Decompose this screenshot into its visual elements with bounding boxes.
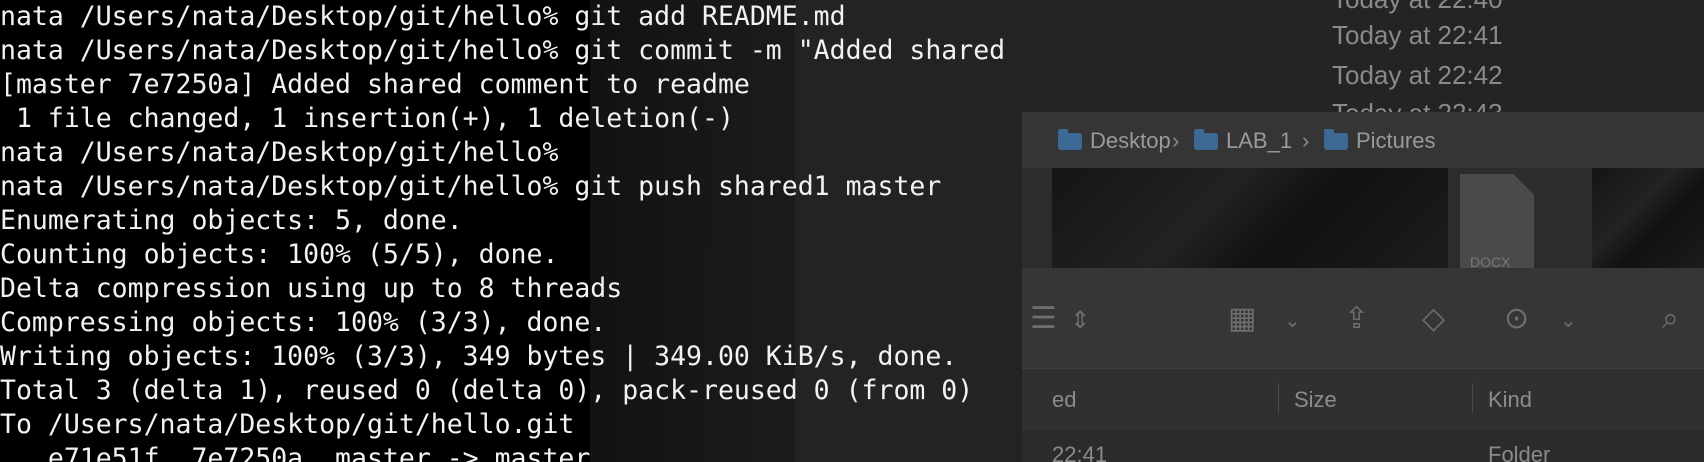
row-kind: Folder bbox=[1488, 442, 1551, 462]
terminal-line: To /Users/nata/Desktop/git/hello.git bbox=[0, 409, 575, 440]
terminal-line: nata /Users/nata/Desktop/git/hello% git … bbox=[0, 1, 846, 32]
image-thumbnail[interactable] bbox=[1052, 168, 1448, 268]
terminal-line: 1 file changed, 1 insertion(+), 1 deleti… bbox=[0, 103, 734, 134]
finder-modified-list: Today at 22:40 Today at 22:41 Today at 2… bbox=[1022, 0, 1704, 112]
terminal-line: [master 7e7250a] Added shared comment to… bbox=[0, 69, 750, 100]
more-actions-icon[interactable]: ⊙ bbox=[1504, 304, 1529, 334]
column-divider[interactable] bbox=[1278, 383, 1279, 413]
column-divider[interactable] bbox=[1472, 383, 1473, 413]
image-thumbnail[interactable] bbox=[1592, 168, 1704, 268]
path-item-label: Pictures bbox=[1356, 128, 1436, 153]
finder-window: Today at 22:40 Today at 22:41 Today at 2… bbox=[1022, 0, 1704, 462]
terminal-line: Total 3 (delta 1), reused 0 (delta 0), p… bbox=[0, 375, 974, 406]
folder-icon bbox=[1194, 129, 1218, 150]
modified-date: Today at 22:41 bbox=[1332, 20, 1503, 50]
path-item-lab1[interactable]: LAB_1 bbox=[1194, 128, 1292, 154]
file-row[interactable]: 22:41 Folder bbox=[1022, 430, 1704, 462]
terminal-line: nata /Users/nata/Desktop/git/hello% bbox=[0, 137, 559, 168]
terminal-line: nata /Users/nata/Desktop/git/hello% git … bbox=[0, 35, 1022, 66]
path-separator: › bbox=[1302, 128, 1310, 153]
terminal-line: Writing objects: 100% (3/3), 349 bytes |… bbox=[0, 341, 958, 372]
chevron-down-icon[interactable]: ⌄ bbox=[1284, 310, 1301, 330]
terminal-output[interactable]: nata /Users/nata/Desktop/git/hello% git … bbox=[0, 0, 1022, 462]
terminal-line: Compressing objects: 100% (3/3), done. bbox=[0, 307, 607, 338]
sort-chevron-icon[interactable]: ⇕ bbox=[1070, 308, 1090, 332]
terminal-line: e71e51f..7e7250a master -> master bbox=[0, 443, 591, 462]
share-icon[interactable]: ⇪ bbox=[1344, 304, 1369, 334]
folder-icon bbox=[1324, 129, 1348, 150]
gallery-preview: DOCX bbox=[1022, 168, 1704, 270]
row-date: 22:41 bbox=[1052, 442, 1108, 462]
path-separator: › bbox=[1172, 128, 1180, 153]
modified-date: Today at 22:40 bbox=[1332, 0, 1503, 15]
path-bar: Desktop › LAB_1 › Pictures bbox=[1022, 112, 1704, 168]
column-date-modified[interactable]: ed bbox=[1052, 387, 1076, 413]
list-view-icon[interactable]: ☰ bbox=[1030, 304, 1057, 334]
column-kind[interactable]: Kind bbox=[1488, 387, 1532, 413]
search-icon[interactable]: ⌕ bbox=[1662, 304, 1679, 334]
column-header: ed Size Kind bbox=[1022, 368, 1704, 431]
path-item-label: Desktop bbox=[1090, 128, 1171, 153]
tag-icon[interactable]: ◇ bbox=[1422, 304, 1445, 334]
modified-date: Today at 22:42 bbox=[1332, 60, 1503, 90]
terminal-line: Delta compression using up to 8 threads bbox=[0, 273, 623, 304]
folder-icon bbox=[1058, 129, 1082, 150]
terminal-line: Counting objects: 100% (5/5), done. bbox=[0, 239, 559, 270]
path-item-label: LAB_1 bbox=[1226, 128, 1293, 153]
column-size[interactable]: Size bbox=[1294, 387, 1337, 413]
terminal-line: Enumerating objects: 5, done. bbox=[0, 205, 463, 236]
terminal-window[interactable]: nata /Users/nata/Desktop/git/hello% git … bbox=[0, 0, 1022, 462]
path-item-desktop[interactable]: Desktop bbox=[1058, 128, 1171, 154]
chevron-down-icon[interactable]: ⌄ bbox=[1560, 310, 1577, 330]
terminal-line: nata /Users/nata/Desktop/git/hello% git … bbox=[0, 171, 942, 202]
modified-date: Today at 22:43 bbox=[1332, 98, 1503, 112]
gallery-view-icon[interactable]: ▦ bbox=[1228, 304, 1256, 334]
path-item-pictures[interactable]: Pictures bbox=[1324, 128, 1435, 154]
finder-toolbar: ☰ ⇕ ▦ ⌄ ⇪ ◇ ⊙ ⌄ ⌕ bbox=[1022, 268, 1704, 368]
